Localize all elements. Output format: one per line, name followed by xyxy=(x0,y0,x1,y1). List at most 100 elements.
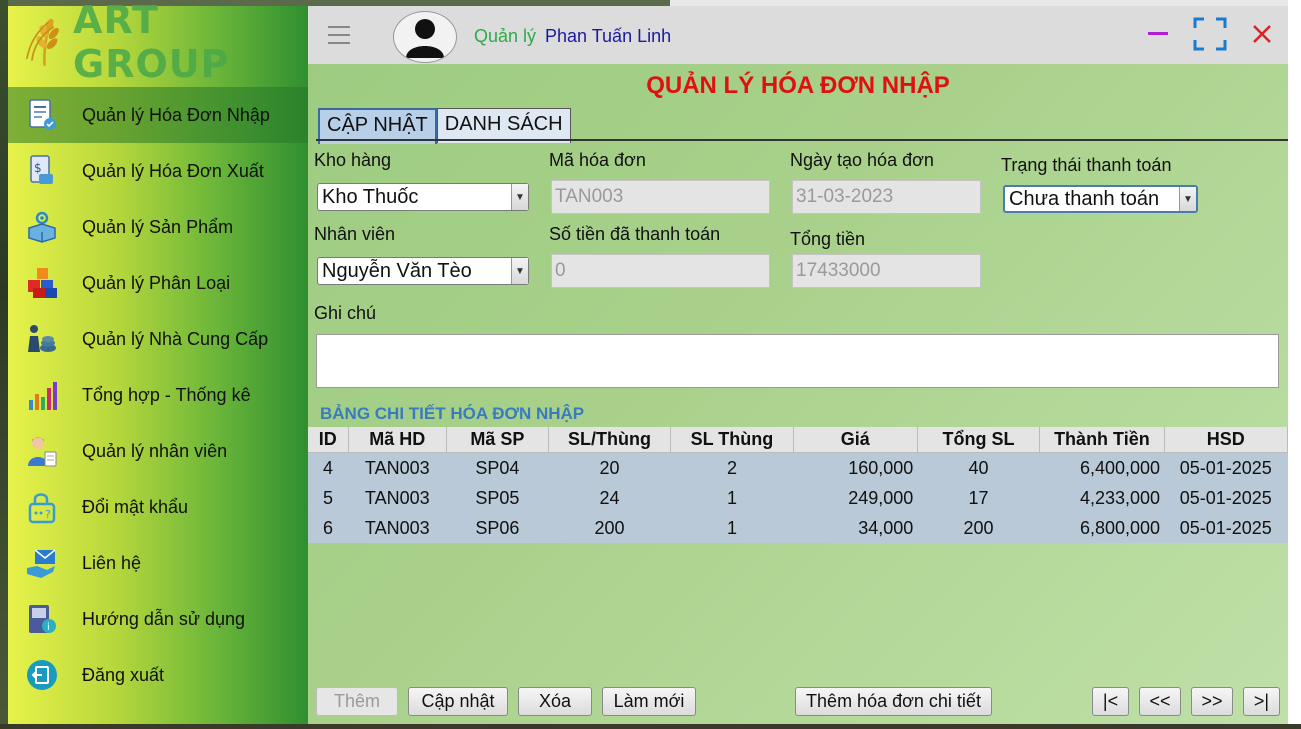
column-header[interactable]: Thành Tiền xyxy=(1039,427,1165,453)
wheat-logo-icon xyxy=(25,18,59,66)
delete-button[interactable]: Xóa xyxy=(518,687,592,716)
sidebar-item-invoice-in[interactable]: Quản lý Hóa Đơn Nhập xyxy=(8,87,308,143)
top-bar: Quản lý Phan Tuấn Linh xyxy=(308,6,1288,64)
main-panel: Quản lý Phan Tuấn Linh QUẢN LÝ HÓA ĐƠN N… xyxy=(308,6,1289,724)
column-header[interactable]: Giá xyxy=(793,427,918,453)
close-icon xyxy=(1253,25,1271,43)
user-silhouette-icon xyxy=(406,19,444,58)
column-header[interactable]: ID xyxy=(308,427,349,453)
tab-list[interactable]: DANH SÁCH xyxy=(436,108,571,143)
supplier-icon xyxy=(24,321,60,357)
sidebar-item-products[interactable]: Quản lý Sản Phẩm xyxy=(8,199,308,255)
cell-product-id: SP04 xyxy=(446,452,549,483)
cell-product-id: SP05 xyxy=(446,483,549,513)
refresh-button[interactable]: Làm mới xyxy=(602,687,696,716)
sidebar-item-label: Quản lý Hóa Đơn Xuất xyxy=(82,160,264,181)
detail-table-title: BẢNG CHI TIẾT HÓA ĐƠN NHẬP xyxy=(320,404,585,423)
table-row[interactable]: 6 TAN003 SP06 200 1 34,000 200 6,800,000… xyxy=(308,513,1288,543)
warehouse-value: Kho Thuốc xyxy=(322,185,419,208)
table-row[interactable]: 5 TAN003 SP05 24 1 249,000 17 4,233,000 … xyxy=(308,483,1288,513)
sidebar-item-change-password[interactable]: ? Đổi mật khẩu xyxy=(8,479,308,535)
desktop-background-left xyxy=(0,0,8,729)
svg-text:i: i xyxy=(47,622,50,633)
sidebar-item-label: Tổng hợp - Thống kê xyxy=(82,384,251,405)
minimize-button[interactable] xyxy=(1138,14,1178,54)
sidebar-item-label: Đăng xuất xyxy=(82,664,165,685)
add-button[interactable]: Thêm xyxy=(316,687,398,716)
sidebar-item-label: Liên hệ xyxy=(82,552,142,573)
cell-box-count: 1 xyxy=(670,483,794,513)
warehouse-label: Kho hàng xyxy=(314,150,392,170)
invoice-id-label: Mã hóa đơn xyxy=(549,150,646,170)
close-button[interactable] xyxy=(1242,14,1282,54)
logout-icon xyxy=(24,657,60,693)
sidebar-item-contact[interactable]: Liên hệ xyxy=(8,535,308,591)
total-field[interactable]: 17433000 xyxy=(792,254,981,288)
app-logo: ART GROUP xyxy=(20,0,290,86)
column-header[interactable]: Mã HD xyxy=(348,427,447,453)
cell-price: 160,000 xyxy=(793,452,918,483)
sidebar-item-employees[interactable]: Quản lý nhân viên xyxy=(8,423,308,479)
add-detail-button[interactable]: Thêm hóa đơn chi tiết xyxy=(795,687,992,716)
sidebar-item-categories[interactable]: Quản lý Phân Loại xyxy=(8,255,308,311)
detail-table: ID Mã HD Mã SP SL/Thùng SL Thùng Giá Tổn… xyxy=(308,427,1289,543)
cell-total-qty: 17 xyxy=(917,483,1040,513)
column-header[interactable]: SL Thùng xyxy=(670,427,794,453)
cell-expiry: 05-01-2025 xyxy=(1164,513,1288,543)
sidebar-item-label: Quản lý Nhà Cung Cấp xyxy=(82,328,269,349)
cell-amount: 6,400,000 xyxy=(1039,452,1165,483)
cell-id: 6 xyxy=(308,513,349,543)
column-header[interactable]: Tổng SL xyxy=(917,427,1041,453)
last-page-button[interactable]: >| xyxy=(1243,687,1280,716)
next-page-button[interactable]: >> xyxy=(1191,687,1233,716)
cell-amount: 4,233,000 xyxy=(1039,483,1165,513)
sidebar-item-logout[interactable]: Đăng xuất xyxy=(8,647,308,703)
minimize-icon xyxy=(1148,32,1168,35)
cell-invoice-id: TAN003 xyxy=(348,483,447,513)
mail-hand-icon xyxy=(24,545,60,581)
sidebar-item-suppliers[interactable]: Quản lý Nhà Cung Cấp xyxy=(8,311,308,367)
sidebar-item-label: Quản lý Phân Loại xyxy=(82,272,231,293)
sidebar-item-user-guide[interactable]: i Hướng dẫn sử dụng xyxy=(8,591,308,647)
paid-amount-label: Số tiền đã thanh toán xyxy=(549,224,721,244)
employee-select[interactable]: Nguyễn Văn Tèo ▼ xyxy=(317,257,529,285)
invoice-id-field[interactable]: TAN003 xyxy=(551,180,770,214)
logo-text: ART GROUP xyxy=(73,0,230,86)
sidebar-item-label: Quản lý nhân viên xyxy=(82,440,228,461)
prev-page-button[interactable]: << xyxy=(1139,687,1181,716)
sidebar-item-label: Quản lý Sản Phẩm xyxy=(82,216,234,237)
sidebar-item-invoice-out[interactable]: $ Quản lý Hóa Đơn Xuất xyxy=(8,143,308,199)
table-row[interactable]: 4 TAN003 SP04 20 2 160,000 40 6,400,000 … xyxy=(308,452,1288,483)
cell-price: 34,000 xyxy=(793,513,918,543)
column-header[interactable]: Mã SP xyxy=(446,427,549,453)
warehouse-select[interactable]: Kho Thuốc ▼ xyxy=(317,183,529,211)
sidebar-item-statistics[interactable]: Tổng hợp - Thống kê xyxy=(8,367,308,423)
desktop-background-bottom xyxy=(0,724,1301,729)
maximize-button[interactable] xyxy=(1190,14,1230,54)
sidebar-item-label: Hướng dẫn sử dụng xyxy=(82,608,246,629)
hamburger-menu-icon[interactable] xyxy=(328,26,350,50)
employee-icon xyxy=(24,433,60,469)
cell-id: 5 xyxy=(308,483,349,513)
first-page-button[interactable]: |< xyxy=(1092,687,1129,716)
manual-icon: i xyxy=(24,601,60,637)
cell-qty-per-box: 200 xyxy=(548,513,671,543)
payment-status-select[interactable]: Chưa thanh toán ▼ xyxy=(1003,185,1198,213)
paid-amount-field[interactable]: 0 xyxy=(551,254,770,288)
sidebar-item-label: Quản lý Hóa Đơn Nhập xyxy=(82,104,270,125)
table-header-row: ID Mã HD Mã SP SL/Thùng SL Thùng Giá Tổn… xyxy=(308,427,1289,453)
tab-divider xyxy=(316,139,1288,141)
note-textarea[interactable] xyxy=(316,334,1279,388)
column-header[interactable]: HSD xyxy=(1164,427,1289,453)
sidebar-item-label: Đổi mật khẩu xyxy=(82,496,189,517)
column-header[interactable]: SL/Thùng xyxy=(548,427,672,453)
update-button[interactable]: Cập nhật xyxy=(408,687,508,716)
cell-total-qty: 40 xyxy=(917,452,1040,483)
created-date-field[interactable]: 31-03-2023 xyxy=(792,180,981,214)
cell-price: 249,000 xyxy=(793,483,918,513)
cell-total-qty: 200 xyxy=(917,513,1040,543)
avatar[interactable] xyxy=(393,11,457,63)
employee-label: Nhân viên xyxy=(314,224,396,244)
maximize-icon xyxy=(1193,17,1227,51)
chevron-down-icon: ▼ xyxy=(511,258,528,284)
